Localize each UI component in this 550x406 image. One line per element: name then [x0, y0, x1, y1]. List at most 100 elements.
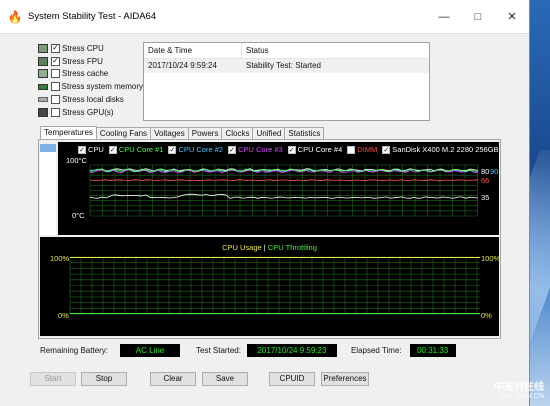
button-bar: Start Stop Clear Save CPUID Preferences [30, 372, 530, 386]
stress-option-label: Stress CPU [62, 43, 104, 53]
column-header-datetime[interactable]: Date & Time [144, 43, 242, 58]
close-icon[interactable]: ✕ [495, 0, 529, 34]
elapsed-time-value: 00:31:33 [409, 343, 456, 357]
status-bar: Remaining Battery: AC Line Test Started:… [40, 343, 460, 357]
fpu-icon [38, 56, 48, 66]
legend-checkbox[interactable]: ✓ [78, 145, 86, 154]
stress-option-label: Stress cache [62, 69, 109, 79]
legend-item-cpu[interactable]: ✓ CPU [78, 145, 104, 154]
legend-checkbox[interactable]: ✓ [168, 145, 177, 154]
legend-item-dimm[interactable]: DIMM [347, 145, 377, 154]
watermark-logo: 中关村在线 ZOL.COM.CN [494, 378, 544, 400]
usage-axis-right-max: 100% [481, 254, 501, 263]
save-button[interactable]: Save [202, 372, 248, 386]
cpu-icon [38, 43, 48, 53]
gpu-icon [38, 107, 48, 117]
log-datetime: 2017/10/24 9:59:24 [148, 61, 217, 70]
temperature-legend: ✓ CPU ✓ CPU Core #1 ✓ CPU Core #2 ✓ CPU … [78, 145, 499, 154]
stress-fpu-checkbox[interactable] [51, 56, 60, 66]
log-status: Stability Test: Started [246, 61, 321, 70]
legend-checkbox[interactable]: ✓ [228, 145, 237, 154]
temp-value-ssd: 35 [481, 193, 490, 202]
window-title: System Stability Test - AIDA64 [28, 11, 157, 22]
cache-icon [38, 69, 48, 79]
tab-temperatures[interactable]: Temperatures [40, 126, 97, 140]
clear-button[interactable]: Clear [150, 372, 196, 386]
temp-axis-min: 0°C [72, 211, 85, 220]
stress-option-label: Stress GPU(s) [62, 107, 114, 117]
stress-option-gpu[interactable]: Stress GPU(s) [38, 106, 143, 119]
stress-option-label: Stress local disks [62, 95, 124, 105]
temperature-graph: ✓ CPU ✓ CPU Core #1 ✓ CPU Core #2 ✓ CPU … [58, 142, 499, 235]
stress-option-memory[interactable]: Stress system memory [38, 80, 143, 93]
legend-checkbox[interactable]: ✓ [287, 145, 296, 154]
legend-label: DIMM [357, 145, 378, 154]
temp-value-core: 90 [490, 167, 499, 176]
preferences-button[interactable]: Preferences [321, 372, 369, 386]
stress-option-disks[interactable]: Stress local disks [38, 93, 143, 106]
start-button[interactable]: Start [30, 372, 76, 386]
legend-item-core4[interactable]: ✓ CPU Core #4 [287, 145, 343, 154]
stress-cache-checkbox[interactable] [51, 69, 60, 79]
test-started-value: 2017/10/24 9:59:23 [246, 343, 337, 357]
cpuid-button[interactable]: CPUID [269, 372, 315, 386]
watermark-main: 中关村在线 [494, 382, 544, 393]
usage-title-cpu-usage: CPU Usage [222, 243, 262, 252]
legend-item-ssd[interactable]: ✓ SanDisk X400 M.2 2280 256GB [382, 145, 499, 154]
usage-axis-left-max: 100% [50, 254, 70, 263]
graph-tabs: Temperatures Cooling Fans Voltages Power… [40, 126, 325, 140]
title-bar[interactable]: 🔥 System Stability Test - AIDA64 — □ ✕ [0, 0, 529, 34]
test-started-label: Test Started: [196, 345, 241, 355]
stability-test-window: 🔥 System Stability Test - AIDA64 — □ ✕ S… [0, 0, 530, 406]
legend-checkbox[interactable]: ✓ [382, 145, 391, 154]
stop-button[interactable]: Stop [81, 372, 127, 386]
legend-label: CPU Core #4 [297, 145, 343, 154]
usage-axis-left-min: 0% [58, 311, 69, 320]
cpu-usage-graph: CPU Usage | CPU Throttling 100% 0% 100% … [40, 237, 501, 336]
usage-axis-right-min: 0% [481, 311, 492, 320]
scrollbar-thumb[interactable] [40, 144, 56, 152]
trace-dimm [89, 179, 479, 182]
usage-title-separator: | [263, 243, 266, 252]
temp-axis-max: 100°C [66, 156, 87, 165]
legend-label: CPU [88, 145, 104, 154]
stress-memory-checkbox[interactable] [50, 82, 60, 92]
table-row[interactable]: 2017/10/24 9:59:24 Stability Test: Start… [144, 59, 429, 73]
stress-option-fpu[interactable]: Stress FPU [38, 55, 143, 68]
trace-ssd [89, 193, 479, 199]
memory-icon [38, 83, 48, 90]
usage-graph-title: CPU Usage | CPU Throttling [40, 243, 499, 252]
temperature-graph-canvas [89, 164, 479, 217]
stress-disks-checkbox[interactable] [51, 95, 60, 105]
temp-value-dimm: 66 [481, 176, 490, 185]
log-table[interactable]: Date & Time Status 2017/10/24 9:59:24 St… [143, 42, 430, 121]
elapsed-time-label: Elapsed Time: [350, 345, 402, 355]
battery-label: Remaining Battery: [40, 345, 109, 355]
minimize-icon[interactable]: — [427, 0, 461, 34]
legend-label: SanDisk X400 M.2 2280 256GB [392, 145, 499, 154]
stress-cpu-checkbox[interactable] [51, 43, 60, 53]
legend-item-core3[interactable]: ✓ CPU Core #3 [228, 145, 283, 154]
stress-option-cache[interactable]: Stress cache [38, 68, 143, 81]
stress-option-label: Stress FPU [62, 56, 103, 66]
legend-label: CPU Core #3 [238, 145, 283, 154]
legend-item-core1[interactable]: ✓ CPU Core #1 [108, 145, 164, 154]
stress-option-label: Stress system memory [61, 82, 143, 92]
stress-gpu-checkbox[interactable] [51, 107, 60, 117]
column-header-status[interactable]: Status [242, 43, 429, 58]
usage-title-throttling: CPU Throttling [267, 243, 317, 252]
battery-value: AC Line [120, 343, 181, 357]
legend-checkbox[interactable] [347, 145, 356, 154]
watermark-sub: ZOL.COM.CN [500, 393, 544, 400]
legend-item-core2[interactable]: ✓ CPU Core #2 [168, 145, 223, 154]
legend-label: CPU Core #1 [118, 145, 164, 154]
disk-icon [38, 97, 48, 103]
sensor-list-scrollbar[interactable] [40, 144, 56, 235]
temp-value-cpu: 80 [481, 167, 490, 176]
flame-icon: 🔥 [7, 9, 23, 24]
legend-label: CPU Core #2 [178, 145, 224, 154]
stress-option-cpu[interactable]: Stress CPU [38, 42, 143, 55]
maximize-icon[interactable]: □ [461, 0, 495, 34]
legend-checkbox[interactable]: ✓ [108, 145, 117, 154]
stress-options: Stress CPU Stress FPU Stress cache Stres… [38, 42, 143, 119]
